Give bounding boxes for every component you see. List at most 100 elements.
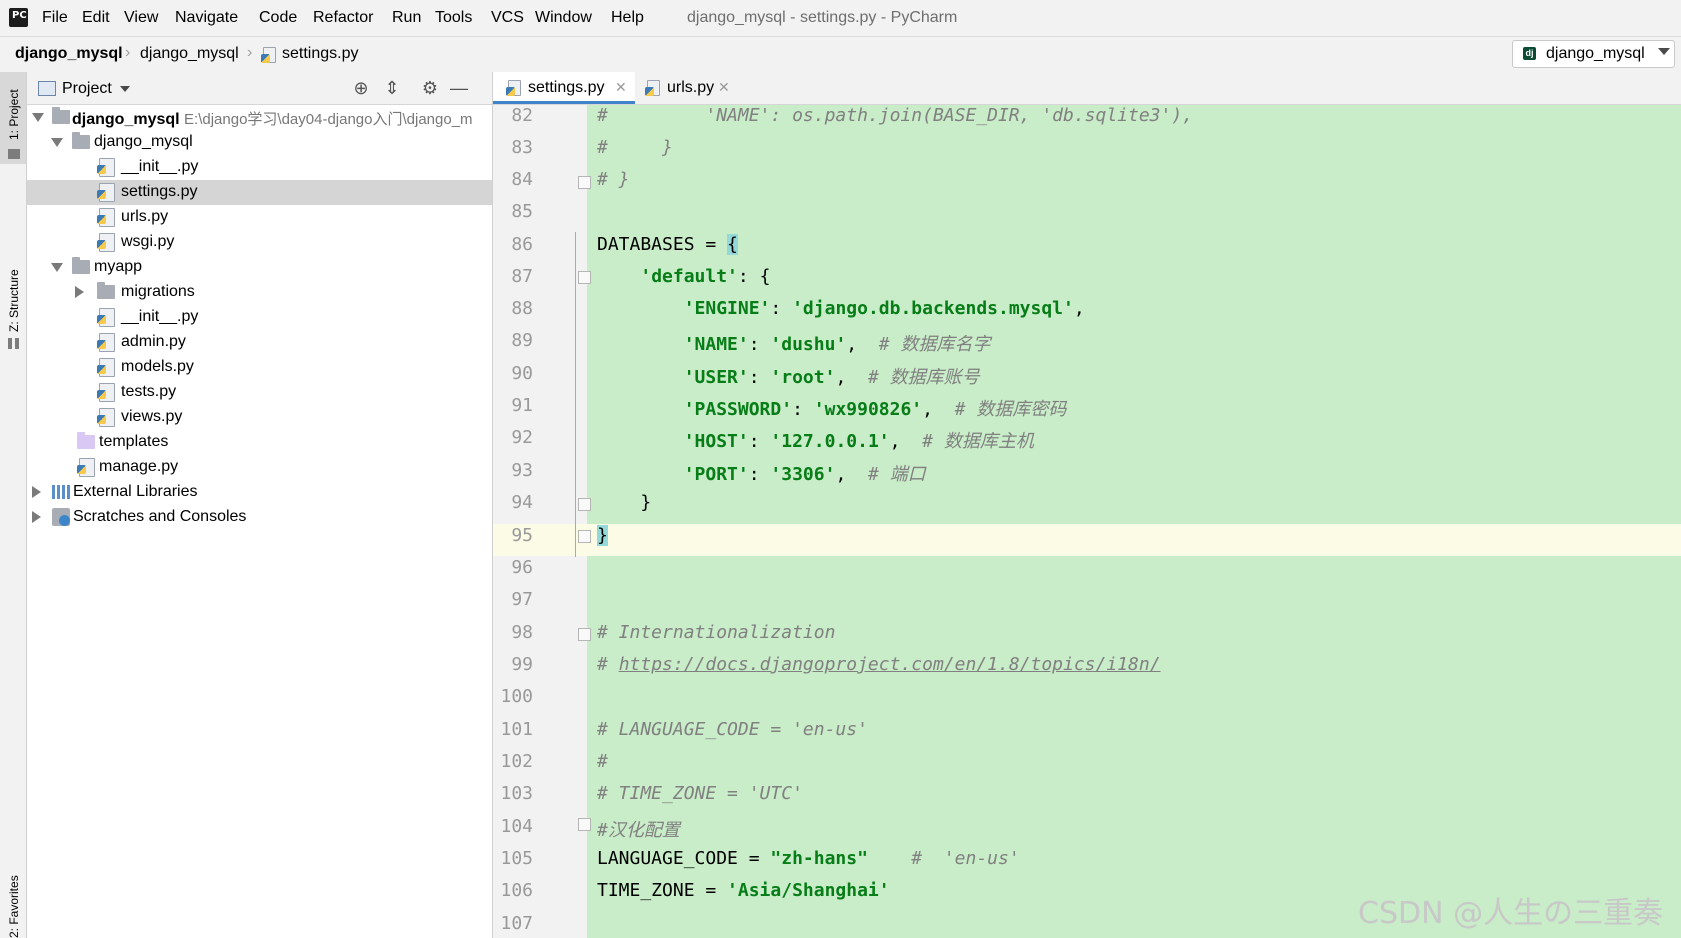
chevron-down-icon[interactable] bbox=[120, 86, 130, 92]
tool-tab-project[interactable]: 1: Project bbox=[0, 72, 26, 164]
code-line: } bbox=[597, 492, 652, 513]
collapse-arrow-icon[interactable] bbox=[32, 511, 41, 523]
tree-item-folder[interactable]: myapp bbox=[27, 255, 492, 280]
project-view-selector[interactable]: Project bbox=[62, 80, 112, 98]
tree-item-external-libraries[interactable]: External Libraries bbox=[27, 480, 492, 505]
menu-window[interactable]: Window bbox=[535, 9, 592, 27]
line-number: 83 bbox=[511, 137, 533, 158]
tree-item-file[interactable]: tests.py bbox=[27, 380, 492, 405]
line-number: 87 bbox=[511, 266, 533, 287]
line-number: 102 bbox=[500, 751, 533, 772]
tree-item-file[interactable]: __init__.py bbox=[27, 155, 492, 180]
tab-urls-py[interactable]: urls.py ✕ bbox=[635, 72, 740, 104]
collapse-arrow-icon[interactable] bbox=[32, 486, 41, 498]
menu-vcs[interactable]: VCS bbox=[491, 9, 524, 27]
breadcrumb-separator: › bbox=[247, 44, 253, 61]
menu-view[interactable]: View bbox=[124, 9, 158, 27]
tree-item-file-selected[interactable]: settings.py bbox=[27, 180, 492, 205]
close-icon[interactable]: ✕ bbox=[718, 79, 730, 96]
tree-item-file[interactable]: admin.py bbox=[27, 330, 492, 355]
tree-item-label: settings.py bbox=[121, 183, 198, 200]
collapse-all-icon[interactable]: ⇕ bbox=[382, 78, 402, 98]
tool-tab-favorites[interactable]: 2: Favorites bbox=[0, 862, 26, 938]
line-number: 95 bbox=[511, 525, 533, 546]
tab-settings-py[interactable]: settings.py ✕ bbox=[493, 72, 635, 104]
python-file-icon bbox=[97, 158, 115, 177]
code-line: # LANGUAGE_CODE = 'en-us' bbox=[597, 719, 868, 740]
code-line: 'PASSWORD': 'wx990826', # 数据库密码 bbox=[683, 399, 1067, 420]
fold-marker-icon[interactable] bbox=[578, 530, 591, 543]
menu-bar: PC File Edit View Navigate Code Refactor… bbox=[0, 0, 1681, 36]
scratches-icon bbox=[52, 508, 70, 526]
menu-run[interactable]: Run bbox=[392, 9, 421, 27]
expand-arrow-icon[interactable] bbox=[51, 138, 63, 147]
run-configuration-label: django_mysql bbox=[1546, 45, 1645, 62]
menu-refactor[interactable]: Refactor bbox=[313, 9, 373, 27]
expand-arrow-icon[interactable] bbox=[32, 113, 44, 122]
code-line: 'PORT': '3306', # 端口 bbox=[683, 464, 926, 485]
line-number: 89 bbox=[511, 330, 533, 351]
python-file-icon bbox=[506, 80, 521, 96]
tree-item-label: views.py bbox=[121, 408, 183, 425]
menu-file[interactable]: File bbox=[42, 9, 68, 27]
tree-item-label: __init__.py bbox=[121, 308, 199, 325]
tree-item-folder[interactable]: migrations bbox=[27, 280, 492, 305]
code-editor[interactable] bbox=[587, 105, 1681, 938]
tree-item-scratches[interactable]: Scratches and Consoles bbox=[27, 505, 492, 530]
tree-item-folder[interactable]: templates bbox=[27, 430, 492, 455]
line-number: 92 bbox=[511, 427, 533, 448]
fold-marker-icon[interactable] bbox=[578, 628, 591, 641]
menu-navigate[interactable]: Navigate bbox=[175, 9, 238, 27]
breadcrumb-project[interactable]: django_mysql bbox=[15, 45, 123, 63]
code-line[interactable]: # https://docs.djangoproject.com/en/1.8/… bbox=[597, 654, 1161, 675]
gear-icon[interactable]: ⚙ bbox=[420, 78, 440, 98]
tree-root-django-mysql[interactable]: django_mysql E:\django学习\day04-django入门\… bbox=[27, 105, 492, 130]
tree-item-label: django_mysql bbox=[72, 111, 180, 128]
left-tool-window-stripe: 1: Project Z: Structure 2: Favorites bbox=[0, 72, 27, 938]
code-line: # bbox=[597, 751, 608, 772]
close-icon[interactable]: ✕ bbox=[615, 79, 627, 96]
tree-item-file[interactable]: wsgi.py bbox=[27, 230, 492, 255]
folder-icon bbox=[97, 282, 115, 299]
tree-item-file[interactable]: views.py bbox=[27, 405, 492, 430]
fold-marker-icon[interactable] bbox=[578, 818, 591, 831]
run-configuration-dropdown[interactable]: dj django_mysql bbox=[1512, 40, 1675, 68]
line-number: 94 bbox=[511, 492, 533, 513]
tree-item-label: templates bbox=[99, 433, 169, 450]
project-panel-header: Project ⊕ ⇕ ⚙ — bbox=[27, 72, 492, 105]
tree-item-file[interactable]: manage.py bbox=[27, 455, 492, 480]
fold-marker-icon[interactable] bbox=[578, 176, 591, 189]
menu-help[interactable]: Help bbox=[611, 9, 644, 27]
line-number: 91 bbox=[511, 395, 533, 416]
tree-item-file[interactable]: models.py bbox=[27, 355, 492, 380]
fold-marker-icon[interactable] bbox=[578, 271, 591, 284]
menu-tools[interactable]: Tools bbox=[435, 9, 472, 27]
tree-item-file[interactable]: __init__.py bbox=[27, 305, 492, 330]
locate-icon[interactable]: ⊕ bbox=[351, 78, 371, 98]
code-line: 'HOST': '127.0.0.1', # 数据库主机 bbox=[683, 431, 1034, 452]
code-line: DATABASES = { bbox=[597, 234, 738, 255]
menu-edit[interactable]: Edit bbox=[82, 9, 110, 27]
collapse-arrow-icon[interactable] bbox=[75, 286, 84, 298]
structure-icon bbox=[8, 338, 19, 349]
tree-item-label: Scratches and Consoles bbox=[73, 508, 247, 525]
breadcrumb-file[interactable]: settings.py bbox=[282, 45, 358, 63]
code-line: TIME_ZONE = 'Asia/Shanghai' bbox=[597, 880, 890, 901]
folder-icon bbox=[72, 132, 90, 149]
editor-tab-bar: settings.py ✕ urls.py ✕ bbox=[493, 72, 1681, 105]
python-file-icon bbox=[261, 47, 276, 63]
hide-icon[interactable]: — bbox=[449, 78, 469, 98]
pycharm-logo-icon: PC bbox=[7, 6, 30, 29]
menu-code[interactable]: Code bbox=[259, 9, 297, 27]
fold-marker-icon[interactable] bbox=[578, 498, 591, 511]
python-file-icon bbox=[97, 308, 115, 327]
tool-tab-structure[interactable]: Z: Structure bbox=[0, 172, 26, 357]
tree-item-folder[interactable]: django_mysql bbox=[27, 130, 492, 155]
line-number: 97 bbox=[511, 589, 533, 610]
tree-item-label: migrations bbox=[121, 283, 195, 300]
expand-arrow-icon[interactable] bbox=[51, 263, 63, 272]
python-file-icon bbox=[97, 383, 115, 402]
breadcrumb-package[interactable]: django_mysql bbox=[140, 45, 239, 63]
line-number: 104 bbox=[500, 816, 533, 837]
tree-item-file[interactable]: urls.py bbox=[27, 205, 492, 230]
